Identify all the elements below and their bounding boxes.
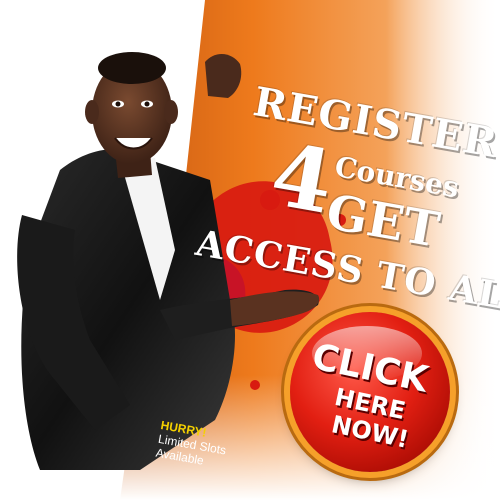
click-here-button[interactable]: CLICK HERE NOW! <box>290 312 450 472</box>
promo-banner: REGISTER 4 Courses GET ACCESS TO ALL CLI… <box>0 0 500 500</box>
